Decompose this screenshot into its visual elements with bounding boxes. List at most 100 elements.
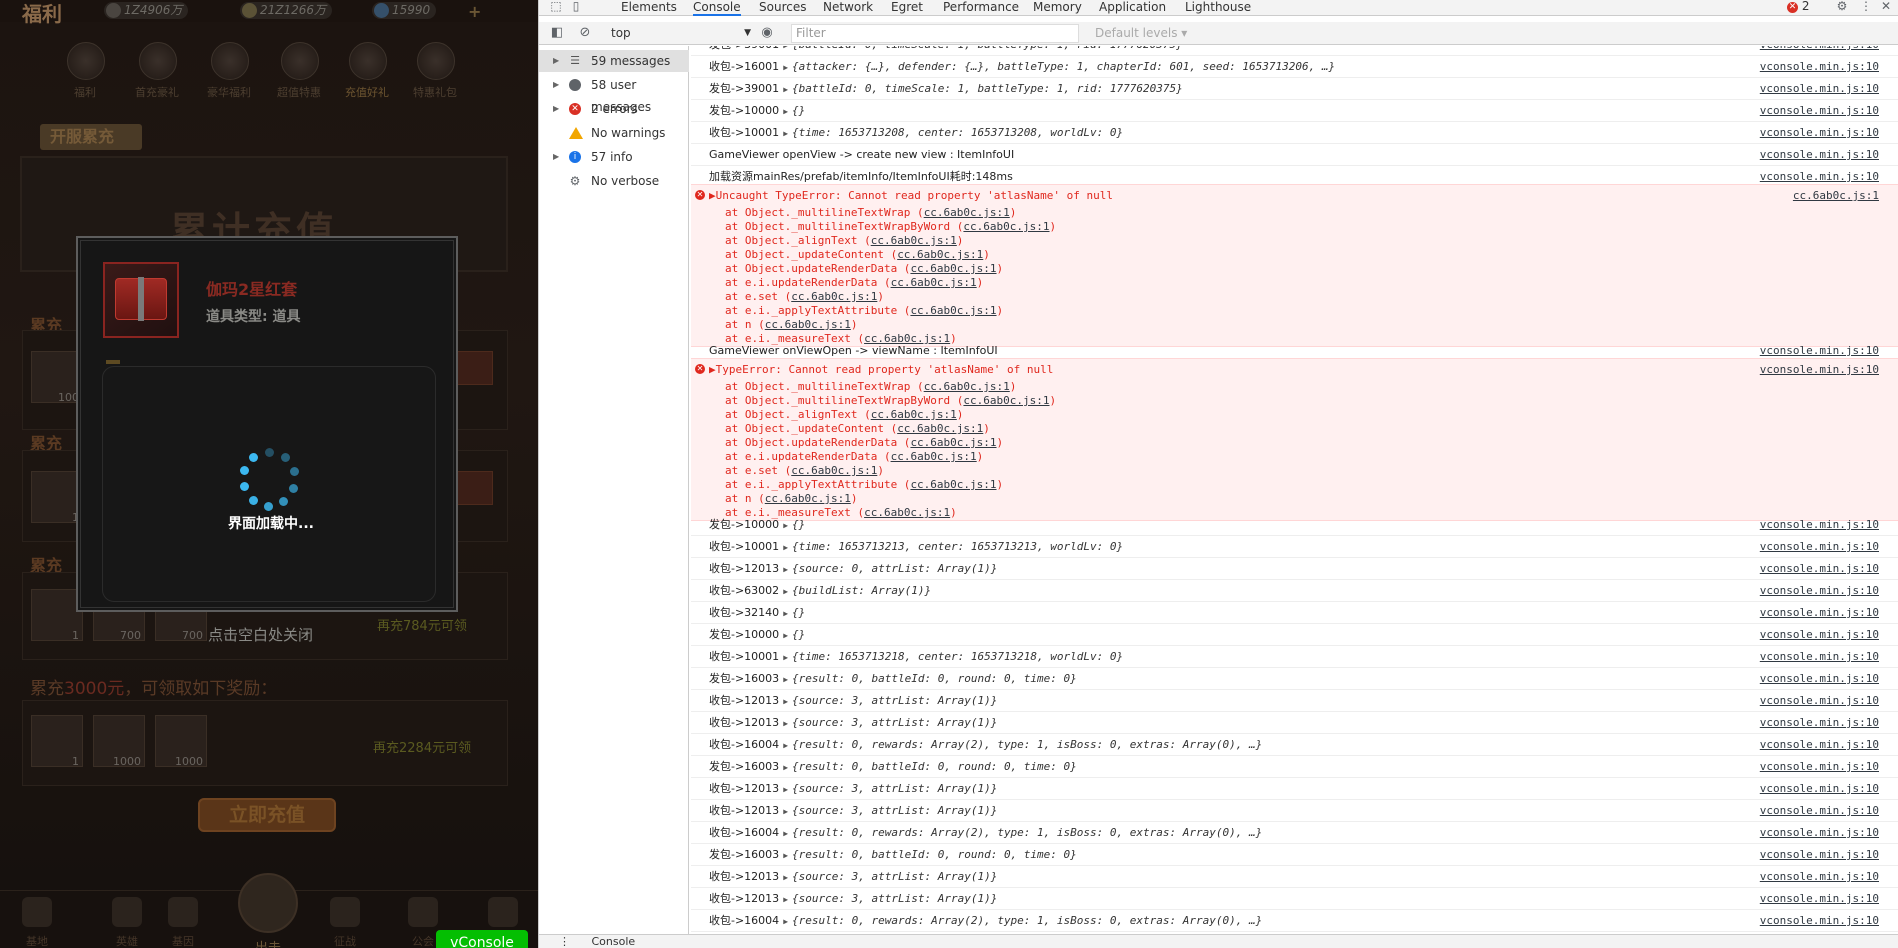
source-link[interactable]: vconsole.min.js:10 xyxy=(1760,668,1879,689)
expand-triangle-icon[interactable]: ▶ xyxy=(783,741,788,750)
expand-triangle-icon[interactable]: ▶ xyxy=(783,587,788,596)
expand-triangle-icon[interactable]: ▶ xyxy=(783,807,788,816)
nav-gene[interactable]: 基因 xyxy=(158,897,208,948)
expand-triangle-icon[interactable]: ▶ xyxy=(783,763,788,772)
inspect-element-icon[interactable]: ⬚ xyxy=(549,0,563,13)
stack-source-link[interactable]: cc.6ab0c.js:1 xyxy=(897,248,983,261)
stack-source-link[interactable]: cc.6ab0c.js:1 xyxy=(791,290,877,303)
console-log-line[interactable]: 收包->12013 ▶ {source: 3, attrList: Array(1)… xyxy=(691,690,1898,712)
log-object[interactable]: {result: 0, rewards: Array(2), type: 1, … xyxy=(792,826,1262,839)
stack-source-link[interactable]: cc.6ab0c.js:1 xyxy=(891,450,977,463)
stack-source-link[interactable]: cc.6ab0c.js:1 xyxy=(765,318,851,331)
source-link[interactable]: vconsole.min.js:10 xyxy=(1760,56,1879,77)
source-link[interactable]: vconsole.min.js:10 xyxy=(1760,359,1879,380)
log-object[interactable]: {source: 3, attrList: Array(1)} xyxy=(792,892,997,905)
console-log-line[interactable]: 发包->16003 ▶ {result: 0, battleId: 0, round… xyxy=(691,844,1898,866)
deal-tab[interactable]: 超值特惠 xyxy=(272,40,326,99)
console-log-line[interactable]: 发包->16003 ▶ {result: 0, battleId: 0, round… xyxy=(691,756,1898,778)
source-link[interactable]: vconsole.min.js:10 xyxy=(1760,144,1879,165)
log-object[interactable]: {battleId: 0, timeScale: 1, battleType: … xyxy=(792,82,1183,95)
tab-network[interactable]: Network xyxy=(823,0,873,16)
tab-lighthouse[interactable]: Lighthouse xyxy=(1185,0,1251,16)
reward-slot[interactable]: 1000 xyxy=(155,715,207,768)
source-link[interactable]: cc.6ab0c.js:1 xyxy=(1793,185,1879,206)
sidebar-toggle-icon[interactable]: ◧ xyxy=(549,25,565,41)
drawer-menu-icon[interactable]: ⋮ xyxy=(559,935,570,948)
type-error-entry[interactable]: ✕ ▶TypeError: Cannot read property 'atlas… xyxy=(691,358,1898,521)
expand-triangle-icon[interactable]: ▶ xyxy=(783,851,788,860)
stack-source-link[interactable]: cc.6ab0c.js:1 xyxy=(910,478,996,491)
device-toolbar-icon[interactable]: ▯ xyxy=(569,0,583,13)
stack-source-link[interactable]: cc.6ab0c.js:1 xyxy=(963,394,1049,407)
error-message[interactable]: ▶TypeError: Cannot read property 'atlasN… xyxy=(709,359,1898,380)
console-log-line[interactable]: 收包->12013 ▶ {source: 3, attrList: Array(1)… xyxy=(691,712,1898,734)
settings-gear-icon[interactable]: ⚙ xyxy=(1835,0,1849,13)
expand-triangle-icon[interactable]: ▶ xyxy=(783,895,788,904)
nav-campaign[interactable]: 征战 xyxy=(320,897,370,948)
log-object[interactable]: {attacker: {…}, defender: {…}, battleTyp… xyxy=(792,60,1335,73)
console-log-line[interactable]: 发包->16003 ▶ {result: 0, battleId: 0, round… xyxy=(691,668,1898,690)
expand-triangle-icon[interactable]: ▶ xyxy=(783,697,788,706)
vconsole-button[interactable]: vConsole xyxy=(436,930,528,948)
source-link[interactable]: vconsole.min.js:10 xyxy=(1760,78,1879,99)
sidebar-item-messages[interactable]: ▶ ☰ 59 messages xyxy=(539,50,689,72)
luxury-tab[interactable]: 豪华福利 xyxy=(202,40,256,99)
reward-slot[interactable]: 1 xyxy=(31,715,83,768)
tap-to-close-hint[interactable]: 点击空白处关闭 xyxy=(208,624,313,645)
expand-triangle-icon[interactable]: ▶ xyxy=(783,107,788,116)
expand-triangle-icon[interactable]: ▶ xyxy=(783,543,788,552)
log-object[interactable]: {result: 0, battleId: 0, round: 0, time:… xyxy=(792,672,1077,685)
log-object[interactable]: {result: 0, battleId: 0, round: 0, time:… xyxy=(792,760,1077,773)
console-log-line[interactable]: GameViewer openView -> create new view :… xyxy=(691,144,1898,166)
console-log-line[interactable]: 收包->12013 ▶ {source: 0, attrList: Array(1)… xyxy=(691,558,1898,580)
log-object[interactable]: {buildList: Array(1)} xyxy=(792,584,931,597)
nav-hero[interactable]: 英雄 xyxy=(102,897,152,948)
stack-source-link[interactable]: cc.6ab0c.js:1 xyxy=(891,276,977,289)
console-log-line[interactable]: 发包->10000 ▶ {} vconsole.min.js:10 xyxy=(691,100,1898,122)
log-object[interactable]: {source: 3, attrList: Array(1)} xyxy=(792,804,997,817)
console-log-line[interactable]: 收包->12013 ▶ {source: 3, attrList: Array(1)… xyxy=(691,866,1898,888)
log-object[interactable]: {source: 3, attrList: Array(1)} xyxy=(792,782,997,795)
source-link[interactable]: vconsole.min.js:10 xyxy=(1760,712,1879,733)
console-log-line[interactable]: 发包->39001▶ {battleId: 0, timeScale: 1, ba… xyxy=(691,78,1898,100)
sidebar-item-errors[interactable]: ▶ ✕ 2 errors xyxy=(539,98,689,120)
error-message[interactable]: ▶Uncaught TypeError: Cannot read propert… xyxy=(709,185,1898,206)
expand-triangle-icon[interactable]: ▶ xyxy=(783,129,788,138)
source-link[interactable]: vconsole.min.js:10 xyxy=(1760,558,1879,579)
sidebar-item-info[interactable]: ▶ i 57 info xyxy=(539,146,689,168)
source-link[interactable]: vconsole.min.js:10 xyxy=(1760,690,1879,711)
stack-source-link[interactable]: cc.6ab0c.js:1 xyxy=(871,234,957,247)
tab-performance[interactable]: Performance xyxy=(943,0,1019,16)
tab-console[interactable]: Console xyxy=(693,0,741,16)
log-object[interactable]: {battleId: 0, timeScale: 1, battleType: … xyxy=(792,46,1183,51)
stack-source-link[interactable]: cc.6ab0c.js:1 xyxy=(910,436,996,449)
expand-triangle-icon[interactable]: ▶ xyxy=(783,565,788,574)
log-object[interactable]: {result: 0, rewards: Array(2), type: 1, … xyxy=(792,738,1262,751)
log-object[interactable]: {time: 1653713218, center: 1653713218, w… xyxy=(792,650,1123,663)
stack-source-link[interactable]: cc.6ab0c.js:1 xyxy=(791,464,877,477)
console-log-line[interactable]: 收包->16004 ▶ {result: 0, rewards: Array(2),… xyxy=(691,734,1898,756)
log-object[interactable]: {} xyxy=(792,628,805,641)
log-object[interactable]: {result: 0, battleId: 0, round: 0, time:… xyxy=(792,848,1077,861)
context-selector[interactable]: top ▼ xyxy=(611,24,751,42)
reward-slot[interactable]: 1000 xyxy=(93,715,145,768)
drawer-tab-console[interactable]: Console xyxy=(592,935,636,948)
recharge-gift-tab[interactable]: 充值好礼 xyxy=(340,40,394,99)
expand-triangle-icon[interactable]: ▶ xyxy=(783,785,788,794)
console-log-line[interactable]: 发包->10000 ▶ {} vconsole.min.js:10 xyxy=(691,514,1898,536)
nav-base[interactable]: 基地 xyxy=(12,897,62,948)
first-charge-tab[interactable]: 首充豪礼 xyxy=(130,40,184,99)
console-log-line[interactable]: 收包->16004 ▶ {result: 0, rewards: Array(2),… xyxy=(691,822,1898,844)
log-object[interactable]: {} xyxy=(792,606,805,619)
expand-triangle-icon[interactable]: ▶ xyxy=(783,675,788,684)
source-link[interactable]: vconsole.min.js:10 xyxy=(1760,100,1879,121)
source-link[interactable]: vconsole.min.js:10 xyxy=(1760,800,1879,821)
source-link[interactable]: vconsole.min.js:10 xyxy=(1760,866,1879,887)
source-link[interactable]: vconsole.min.js:10 xyxy=(1760,514,1879,535)
log-object[interactable]: {result: 0, rewards: Array(2), type: 1, … xyxy=(792,914,1262,927)
console-log-line[interactable]: 收包->16001 ▶ {attacker: {…}, defender: {…},… xyxy=(691,56,1898,78)
stack-source-link[interactable]: cc.6ab0c.js:1 xyxy=(897,422,983,435)
source-link[interactable]: vconsole.min.js:10 xyxy=(1760,756,1879,777)
source-link[interactable]: vconsole.min.js:10 xyxy=(1760,844,1879,865)
source-link[interactable]: vconsole.min.js:10 xyxy=(1760,122,1879,143)
